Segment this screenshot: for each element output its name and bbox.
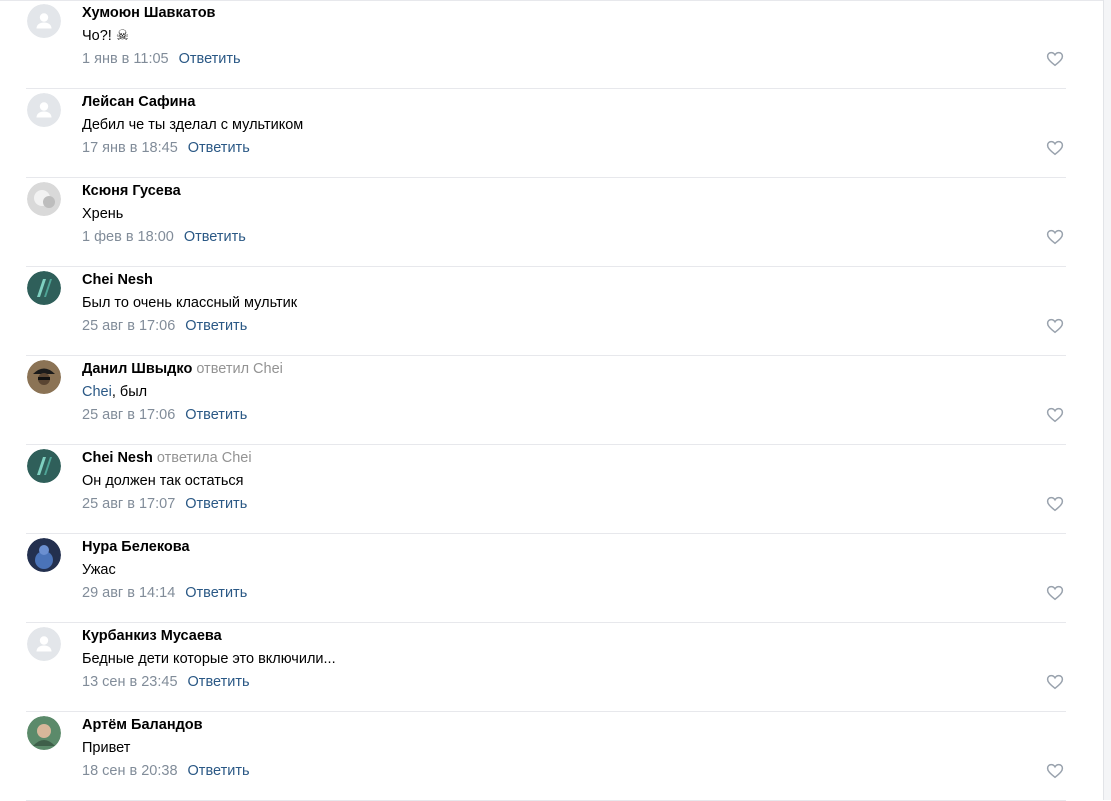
comment-date[interactable]: 1 янв в 11:05 [82,51,169,67]
comment-item: Chei Nesh ответила Chei Он должен так ост… [26,445,1066,534]
comment-item: Нура Белекова Ужас 29 авг в 14:14 Ответит… [26,534,1066,623]
comment-text: Бедные дети которые это включили... [82,650,336,668]
reply-button[interactable]: Ответить [185,318,247,334]
comment-date[interactable]: 13 сен в 23:45 [82,674,178,690]
author-line: Нура Белекова [82,538,190,556]
avatar[interactable] [27,182,61,216]
avatar[interactable] [27,93,61,127]
heart-icon[interactable] [1046,673,1064,691]
reply-button[interactable]: Ответить [179,51,241,67]
heart-icon[interactable] [1046,228,1064,246]
replied-to[interactable]: ответила Chei [157,450,252,466]
comment-meta: 29 авг в 14:14 Ответить [82,584,247,602]
author-name[interactable]: Chei Nesh [82,272,153,288]
comment-item: Ксюня Гусева Хрень 1 фев в 18:00 Ответить [26,178,1066,267]
comment-meta: 25 авг в 17:07 Ответить [82,495,247,513]
author-name[interactable]: Ксюня Гусева [82,183,181,199]
reply-button[interactable]: Ответить [185,407,247,423]
scrollbar-track[interactable] [1103,0,1111,800]
comment-date[interactable]: 25 авг в 17:07 [82,496,175,512]
comment-list: Хумоюн Шавкатов Чо?! ☠ 1 янв в 11:05 Отве… [26,0,1066,801]
comment-meta: 25 авг в 17:06 Ответить [82,317,247,335]
author-line: Chei Nesh ответила Chei [82,449,252,467]
heart-icon[interactable] [1046,406,1064,424]
comment-text: Дебил че ты зделал с мультиком [82,116,303,134]
reply-button[interactable]: Ответить [185,496,247,512]
replied-to[interactable]: ответил Chei [196,361,283,377]
author-name[interactable]: Данил Швыдко [82,361,192,377]
comment-meta: 1 фев в 18:00 Ответить [82,228,246,246]
comment-date[interactable]: 25 авг в 17:06 [82,407,175,423]
author-line: Ксюня Гусева [82,182,181,200]
author-line: Хумоюн Шавкатов [82,4,215,22]
avatar[interactable] [27,271,61,305]
comment-meta: 25 авг в 17:06 Ответить [82,406,247,424]
comment-meta: 1 янв в 11:05 Ответить [82,50,241,68]
heart-icon[interactable] [1046,584,1064,602]
comment-body: Хрень [82,206,124,222]
comment-text: Он должен так остаться [82,472,244,490]
avatar[interactable] [27,449,61,483]
avatar[interactable] [27,627,61,661]
author-line: Данил Швыдко ответил Chei [82,360,283,378]
comment-body: Привет [82,740,131,756]
reply-button[interactable]: Ответить [188,140,250,156]
comment-item: Курбанкиз Мусаева Бедные дети которые эт… [26,623,1066,712]
author-name[interactable]: Курбанкиз Мусаева [82,628,222,644]
avatar[interactable] [27,538,61,572]
comment-body: Он должен так остаться [82,473,244,489]
avatar[interactable] [27,716,61,750]
author-name[interactable]: Лейсан Сафина [82,94,195,110]
comment-body: Ужас [82,562,116,578]
comment-text: Chei, был [82,383,147,401]
author-name[interactable]: Хумоюн Шавкатов [82,5,215,21]
comment-body: , был [111,384,148,400]
heart-icon[interactable] [1046,50,1064,68]
comment-item: Chei Nesh Был то очень классный мультик … [26,267,1066,356]
heart-icon[interactable] [1046,139,1064,157]
comment-body: Был то очень классный мультик [82,295,298,311]
comment-date[interactable]: 18 сен в 20:38 [82,763,178,779]
author-line: Лейсан Сафина [82,93,195,111]
comment-item: Лейсан Сафина Дебил че ты зделал с мульт… [26,89,1066,178]
comment-date[interactable]: 25 авг в 17:06 [82,318,175,334]
comment-text: Хрень [82,205,123,223]
reply-button[interactable]: Ответить [185,585,247,601]
comment-date[interactable]: 29 авг в 14:14 [82,585,175,601]
heart-icon[interactable] [1046,495,1064,513]
author-line: Chei Nesh [82,271,153,289]
comment-text: Привет [82,739,130,757]
comment-body: Чо?! ☠ [82,28,129,44]
comment-text: Был то очень классный мультик [82,294,297,312]
comment-meta: 17 янв в 18:45 Ответить [82,139,250,157]
author-name[interactable]: Нура Белекова [82,539,190,555]
author-name[interactable]: Артём Баландов [82,717,203,733]
comment-item: Артём Баландов Привет 18 сен в 20:38 Отве… [26,712,1066,801]
heart-icon[interactable] [1046,762,1064,780]
comment-item: Хумоюн Шавкатов Чо?! ☠ 1 янв в 11:05 Отве… [26,0,1066,89]
comment-body: Дебил че ты зделал с мультиком [82,117,304,133]
author-line: Артём Баландов [82,716,203,734]
comment-body: Бедные дети которые это включили... [82,651,336,667]
avatar[interactable] [27,4,61,38]
reply-button[interactable]: Ответить [184,229,246,245]
author-name[interactable]: Chei Nesh [82,450,153,466]
reply-button[interactable]: Ответить [188,763,250,779]
avatar[interactable] [27,360,61,394]
comment-date[interactable]: 17 янв в 18:45 [82,140,178,156]
reply-button[interactable]: Ответить [188,674,250,690]
comment-meta: 13 сен в 23:45 Ответить [82,673,250,691]
heart-icon[interactable] [1046,317,1064,335]
comment-meta: 18 сен в 20:38 Ответить [82,762,250,780]
comment-text: Чо?! ☠ [82,27,129,45]
author-line: Курбанкиз Мусаева [82,627,222,645]
mention-link[interactable]: Chei [82,384,112,400]
comment-date[interactable]: 1 фев в 18:00 [82,229,174,245]
comment-text: Ужас [82,561,116,579]
comment-item: Данил Швыдко ответил Chei Chei, был 25 ав… [26,356,1066,445]
